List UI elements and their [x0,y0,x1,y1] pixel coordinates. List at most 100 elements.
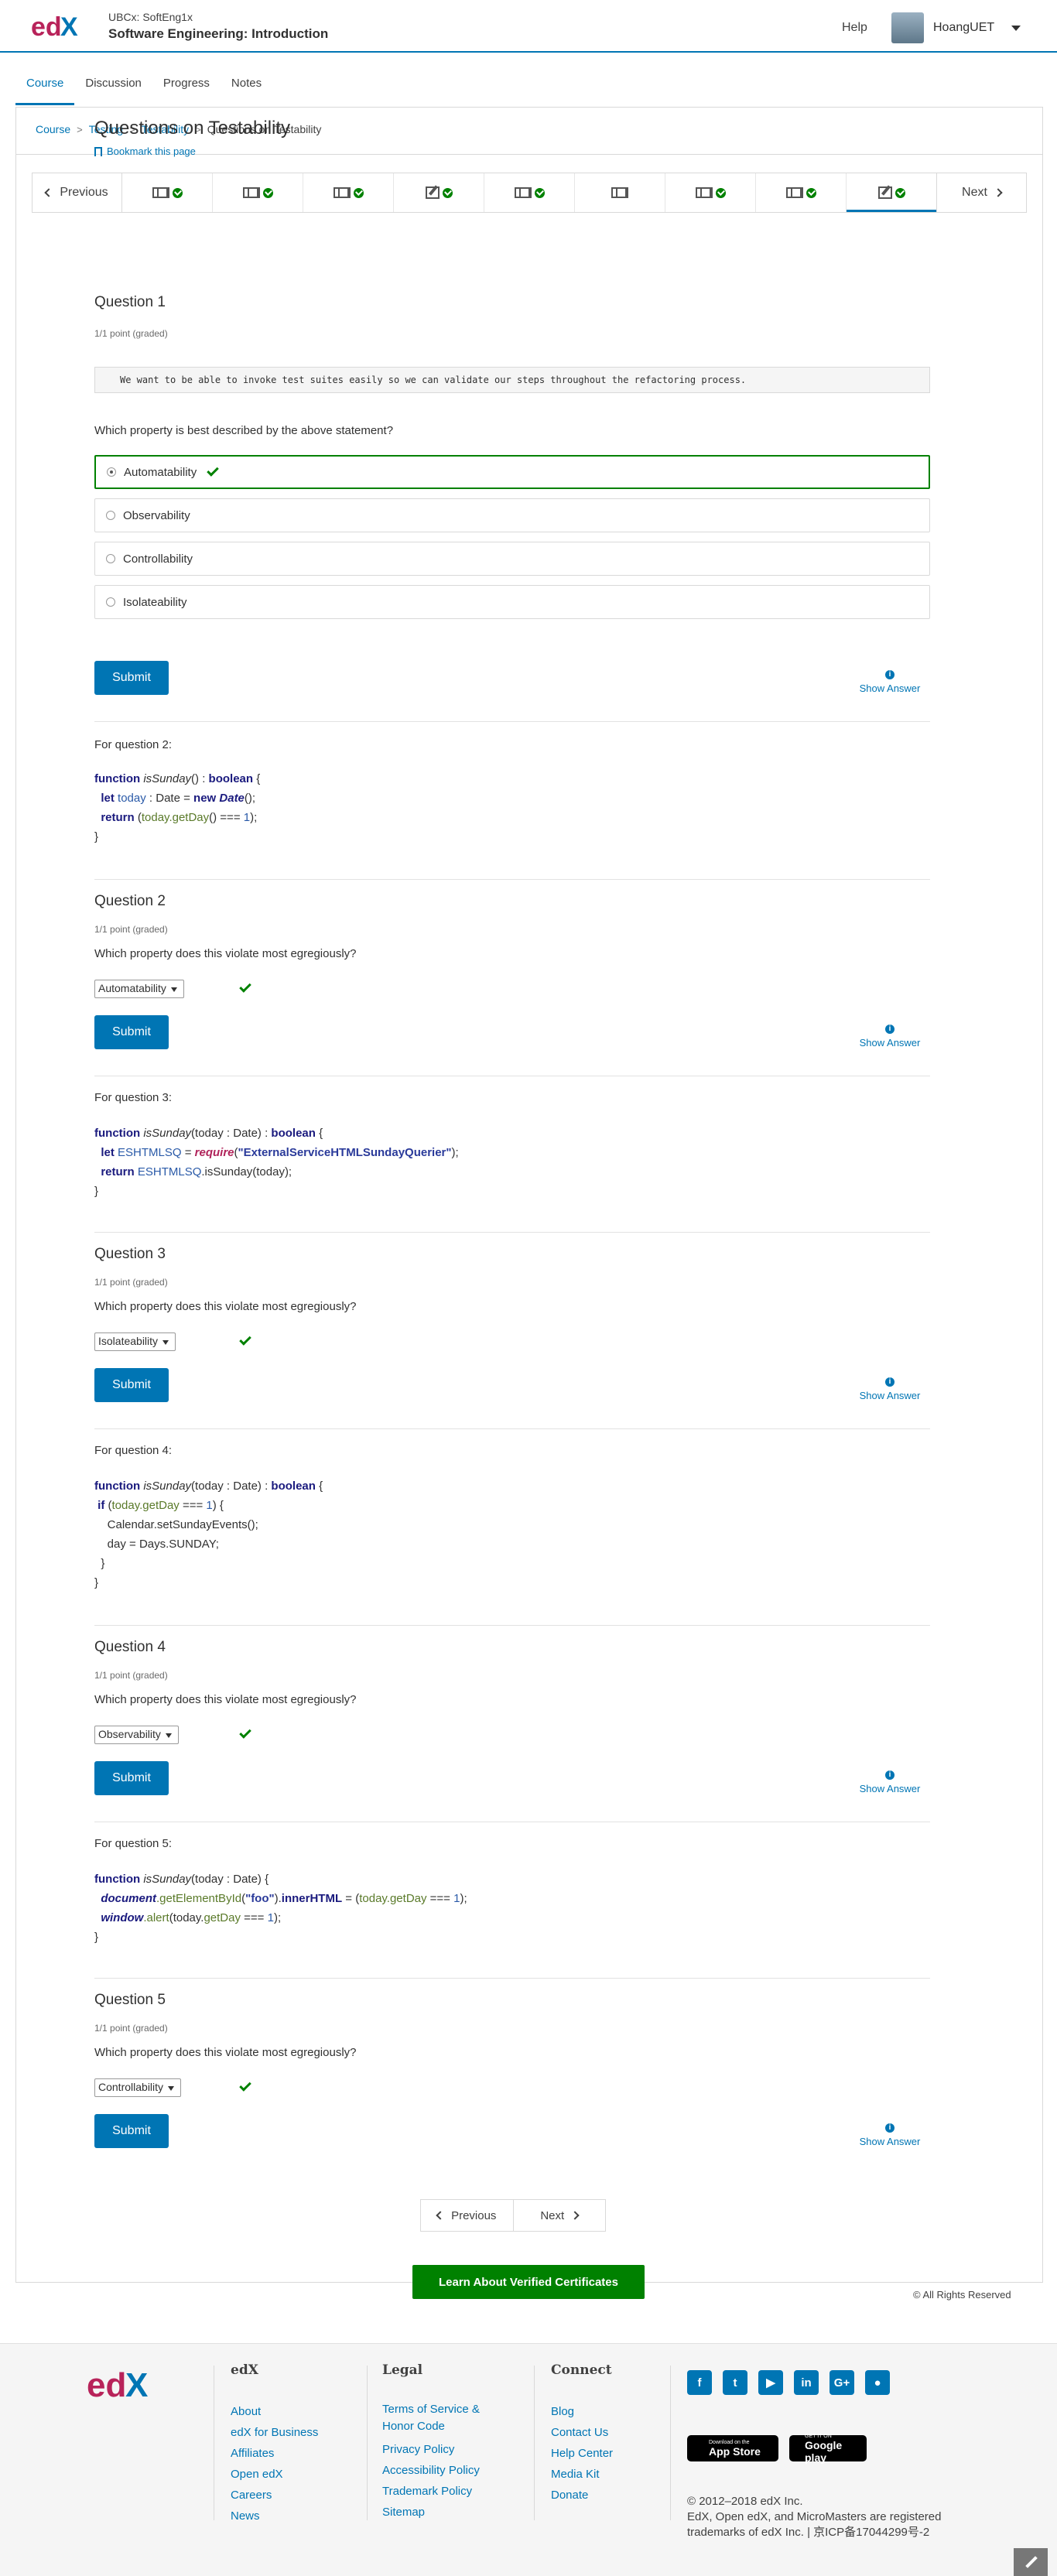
choice-isolateability[interactable]: Isolateability [94,585,930,619]
bookmark-label: Bookmark this page [107,145,196,157]
chevron-right-icon: > [77,123,83,135]
sequence-item-video[interactable] [303,173,394,212]
edit-pencil-icon[interactable] [1014,2548,1048,2576]
chevron-left-icon [44,188,54,197]
svg-text:X: X [60,12,78,42]
info-icon: i [885,2123,895,2133]
sequence-item-video[interactable] [665,173,756,212]
choice-observability[interactable]: Observability [94,498,930,532]
app-store-badge[interactable]: Download on the App Store [687,2435,778,2461]
show-answer-button[interactable]: i Show Answer [851,2123,929,2147]
footer-link-help[interactable]: Help Center [551,2443,613,2464]
footer-link-affiliates[interactable]: Affiliates [231,2443,318,2464]
tab-discussion[interactable]: Discussion [74,74,152,105]
sequence-item-video[interactable] [575,173,665,212]
bottom-previous-button[interactable]: Previous [421,2200,514,2231]
question-3-select[interactable]: Isolateability [94,1332,176,1351]
footer-heading: edX [231,2362,258,2378]
video-icon [152,187,169,198]
bottom-next-button[interactable]: Next [514,2200,606,2231]
footer-link-openedx[interactable]: Open edX [231,2464,318,2485]
divider [94,1232,930,1233]
radio-button[interactable] [106,597,115,607]
question-4-select[interactable]: Observability [94,1726,179,1744]
show-answer-button[interactable]: i Show Answer [851,670,929,694]
question-2-prompt: Which property does this violate most eg… [94,947,357,960]
twitter-icon[interactable]: t [723,2370,747,2395]
previous-label: Previous [60,186,108,199]
video-icon [611,187,628,198]
sequence-item-problem-active[interactable] [847,173,936,212]
bookmark-icon [94,146,102,156]
reddit-icon[interactable]: ● [865,2370,890,2395]
linkedin-icon[interactable]: in [794,2370,819,2395]
user-menu[interactable]: HoangUET [891,12,1021,43]
choice-label: Observability [123,508,190,522]
footer-link-privacy[interactable]: Privacy Policy [382,2439,506,2460]
question-3-points: 1/1 point (graded) [94,1277,168,1288]
bookmark-button[interactable]: Bookmark this page [94,145,196,157]
submit-button[interactable]: Submit [94,1368,169,1402]
sequence-item-problem[interactable] [394,173,484,212]
google-play-badge[interactable]: GET IT ON Google play [789,2434,867,2464]
submit-button[interactable]: Submit [94,1015,169,1049]
sequence-next-button[interactable]: Next [936,173,1026,212]
verified-certificates-button[interactable]: Learn About Verified Certificates [412,2265,645,2299]
sequence-item-video[interactable] [122,173,213,212]
help-link[interactable]: Help [842,21,867,35]
bottom-sequence-nav: Previous Next [420,2199,606,2232]
divider [94,1978,930,1979]
question-5-select[interactable]: Controllability [94,2078,182,2097]
google-plus-icon[interactable]: G+ [830,2370,854,2395]
radio-button[interactable] [107,467,116,477]
footer-link-about[interactable]: About [231,2401,318,2422]
footer-link-news[interactable]: News [231,2506,318,2526]
sequence-item-video[interactable] [756,173,847,212]
edx-logo[interactable]: ed X [87,2366,164,2403]
username[interactable]: HoangUET [933,21,994,35]
footer-edx-column: edX About edX for Business Affiliates Op… [231,2362,318,2526]
question-2-select[interactable]: Automatability [94,980,184,998]
footer-link-sitemap[interactable]: Sitemap [382,2502,506,2523]
show-answer-button[interactable]: i Show Answer [851,1025,929,1049]
footer-link-terms[interactable]: Terms of Service & Honor Code [382,2401,506,2435]
sequence-item-video[interactable] [484,173,575,212]
footer-heading: Connect [551,2362,612,2378]
tab-notes[interactable]: Notes [221,74,272,105]
rights-text: © All Rights Reserved [913,2289,1011,2301]
show-answer-button[interactable]: i Show Answer [851,1377,929,1401]
submit-button[interactable]: Submit [94,661,169,695]
footer-link-trademark[interactable]: Trademark Policy [382,2481,506,2502]
edx-logo[interactable]: ed X [31,11,91,42]
footer-link-business[interactable]: edX for Business [231,2422,318,2443]
chevron-down-icon[interactable] [1011,25,1021,31]
code-intro: For question 5: [94,1837,173,1850]
sequence-previous-button[interactable]: Previous [32,173,122,212]
chevron-right-icon [994,188,1003,197]
facebook-icon[interactable]: f [687,2370,712,2395]
submit-button[interactable]: Submit [94,2114,169,2148]
course-tabs: Course Discussion Progress Notes [15,74,272,105]
divider [367,2366,368,2520]
footer-link-donate[interactable]: Donate [551,2485,613,2506]
radio-button[interactable] [106,554,115,563]
info-icon: i [885,670,895,679]
tab-course[interactable]: Course [15,74,75,105]
submit-button[interactable]: Submit [94,1761,169,1795]
avatar[interactable] [891,12,924,43]
footer-link-media[interactable]: Media Kit [551,2464,613,2485]
question-2-points: 1/1 point (graded) [94,924,168,935]
footer-link-blog[interactable]: Blog [551,2401,613,2422]
choice-automatability[interactable]: Automatability [94,455,930,489]
choice-controllability[interactable]: Controllability [94,542,930,576]
radio-button[interactable] [106,511,115,520]
breadcrumb-course[interactable]: Course [36,123,70,135]
footer-link-careers[interactable]: Careers [231,2485,318,2506]
footer-link-contact[interactable]: Contact Us [551,2422,613,2443]
video-icon [514,187,532,198]
tab-progress[interactable]: Progress [152,74,221,105]
show-answer-button[interactable]: i Show Answer [851,1770,929,1794]
footer-link-accessibility[interactable]: Accessibility Policy [382,2460,506,2481]
youtube-icon[interactable]: ▶ [758,2370,783,2395]
sequence-item-video[interactable] [213,173,303,212]
